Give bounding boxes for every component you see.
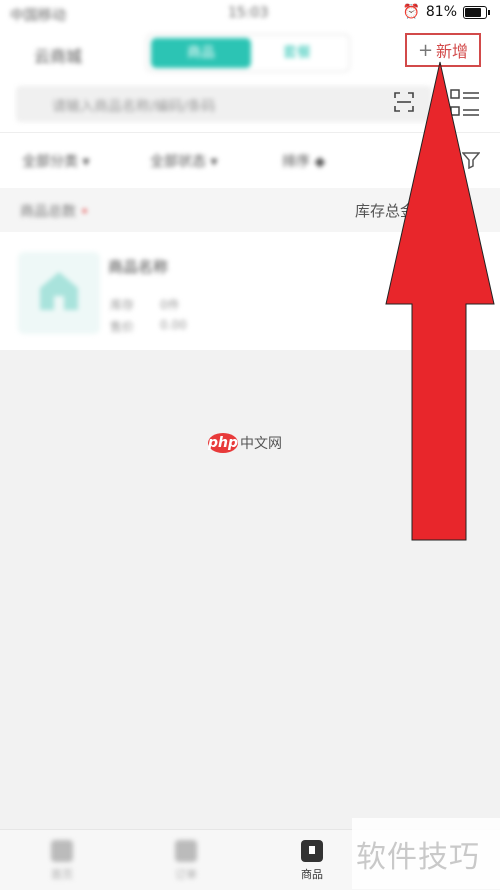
nav-orders-label: 订单: [175, 868, 197, 881]
nav-orders[interactable]: 订单: [166, 840, 206, 882]
plus-icon: +: [417, 39, 434, 61]
battery-icon: [463, 5, 487, 19]
search-placeholder: 请输入商品名称/编码/条码: [52, 99, 216, 115]
filter-sort[interactable]: 排序 ◆: [282, 151, 325, 171]
nav-home[interactable]: 首页: [42, 840, 82, 882]
watermark-logo: php: [208, 433, 239, 453]
product-name: 商品名称: [108, 258, 169, 276]
alarm-icon: ⏰: [402, 4, 420, 20]
product-meta-label-1: 库存: [110, 298, 135, 312]
search-input[interactable]: 请输入商品名称/编码/条码: [16, 86, 432, 122]
nav-products[interactable]: 商品: [292, 840, 332, 882]
carrier-label: 中国移动: [10, 8, 66, 24]
nav-products-label: 商品: [301, 868, 323, 881]
summary-total-label: 商品总数: [20, 204, 76, 220]
battery-cap: [488, 9, 490, 15]
product-meta-label-2: 售价: [110, 320, 135, 334]
tab-packages[interactable]: 套餐: [257, 38, 337, 68]
bookmark-icon: [301, 840, 323, 862]
add-button-label: 新增: [436, 42, 469, 61]
status-time: 15:03: [228, 5, 269, 21]
segment-control: 商品 套餐: [146, 34, 350, 72]
filter-category[interactable]: 全部分类 ▾: [22, 151, 89, 171]
watermark-text: 中文网: [240, 436, 282, 452]
product-thumbnail: [18, 252, 100, 334]
site-watermark: php 中文网: [208, 433, 282, 453]
product-placeholder-icon: [40, 272, 78, 310]
corner-watermark: 软件技巧: [356, 840, 480, 875]
home-icon: [51, 840, 73, 862]
status-right: ⏰ 81%: [402, 4, 490, 20]
product-meta-value-2: 0.00: [160, 318, 187, 332]
summary-total: 商品总数 •: [20, 201, 89, 221]
up-arrow-annotation: [385, 61, 495, 541]
tab-products[interactable]: 商品: [151, 38, 251, 68]
nav-home-label: 首页: [51, 868, 73, 881]
product-meta-value-1: 0件: [160, 298, 180, 312]
page-title: 云商城: [34, 47, 83, 66]
orders-icon: [175, 840, 197, 862]
battery-percent: 81%: [425, 4, 457, 20]
filter-status[interactable]: 全部状态 ▾: [150, 151, 217, 171]
status-bar: 中国移动 15:03 ⏰ 81%: [0, 0, 500, 26]
summary-dot: •: [80, 204, 89, 220]
